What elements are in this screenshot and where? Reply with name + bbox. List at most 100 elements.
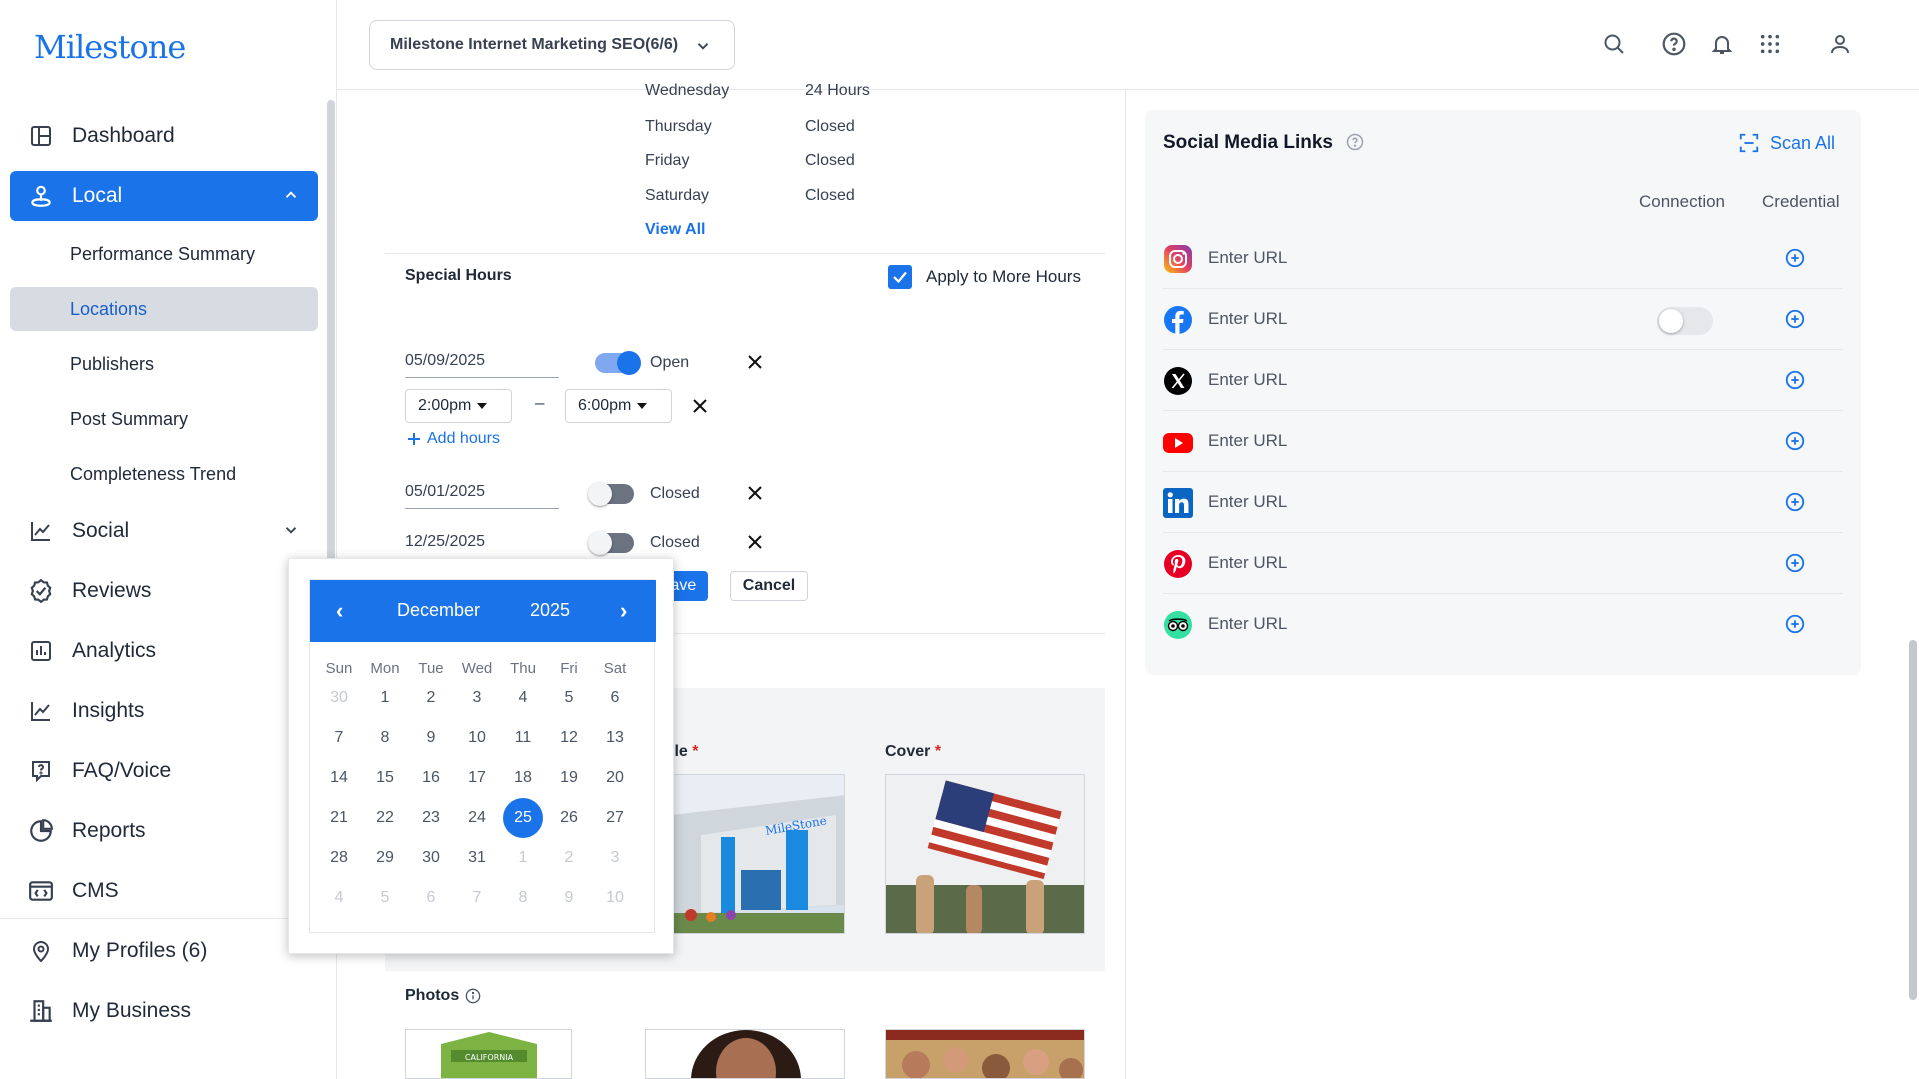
calendar-day[interactable]: 5 xyxy=(365,878,405,918)
open-toggle[interactable] xyxy=(595,351,641,375)
prev-month-button[interactable]: ‹ xyxy=(336,598,343,624)
sidebar-item-reviews[interactable]: Reviews xyxy=(10,566,318,616)
calendar-day[interactable]: 29 xyxy=(365,838,405,878)
sidebar-sub-performance-summary[interactable]: Performance Summary xyxy=(10,232,318,276)
calendar-day[interactable]: 7 xyxy=(457,878,497,918)
calendar-day[interactable]: 13 xyxy=(595,718,635,758)
add-credential-icon[interactable] xyxy=(1784,308,1806,330)
cancel-button[interactable]: Cancel xyxy=(730,571,808,601)
open-toggle[interactable] xyxy=(588,531,634,555)
info-icon[interactable] xyxy=(465,988,481,1004)
calendar-day[interactable]: 17 xyxy=(457,758,497,798)
url-input[interactable]: Enter URL xyxy=(1208,431,1287,451)
calendar-day[interactable]: 20 xyxy=(595,758,635,798)
search-icon[interactable] xyxy=(1600,30,1628,58)
calendar-day[interactable]: 26 xyxy=(549,798,589,838)
add-credential-icon[interactable] xyxy=(1784,430,1806,452)
add-credential-icon[interactable] xyxy=(1784,613,1806,635)
calendar-day[interactable]: 5 xyxy=(549,678,589,718)
special-date-field[interactable]: 12/25/2025 xyxy=(405,527,559,559)
remove-date-icon[interactable] xyxy=(745,352,765,372)
calendar-day[interactable]: 2 xyxy=(549,838,589,878)
view-all-link[interactable]: View All xyxy=(645,221,705,239)
calendar-day[interactable]: 12 xyxy=(549,718,589,758)
sidebar-item-insights[interactable]: Insights xyxy=(10,686,318,736)
add-hours-button[interactable]: Add hours xyxy=(407,430,500,448)
calendar-day[interactable]: 9 xyxy=(411,718,451,758)
connection-toggle[interactable] xyxy=(1657,307,1713,335)
calendar-day[interactable]: 19 xyxy=(549,758,589,798)
calendar-day[interactable]: 6 xyxy=(411,878,451,918)
sidebar-item-reports[interactable]: Reports xyxy=(10,806,318,856)
sidebar-item-my-business[interactable]: My Business xyxy=(10,986,318,1036)
special-date-field[interactable]: 05/01/2025 xyxy=(405,477,559,509)
photo-thumbnail[interactable] xyxy=(885,1029,1085,1079)
calendar-day[interactable]: 30 xyxy=(411,838,451,878)
url-input[interactable]: Enter URL xyxy=(1208,248,1287,268)
calendar-day[interactable]: 11 xyxy=(503,718,543,758)
calendar-day[interactable]: 3 xyxy=(457,678,497,718)
cover-image[interactable] xyxy=(885,774,1085,934)
calendar-day[interactable]: 25 xyxy=(503,798,543,838)
photo-thumbnail[interactable] xyxy=(645,1029,845,1079)
sidebar-sub-publishers[interactable]: Publishers xyxy=(10,342,318,386)
calendar-day[interactable]: 22 xyxy=(365,798,405,838)
calendar-day[interactable]: 3 xyxy=(595,838,635,878)
calendar-day[interactable]: 24 xyxy=(457,798,497,838)
apply-more-hours-checkbox[interactable] xyxy=(888,265,912,289)
sidebar-item-analytics[interactable]: Analytics xyxy=(10,626,318,676)
sidebar-item-cms[interactable]: CMS xyxy=(10,866,318,916)
calendar-day[interactable]: 2 xyxy=(411,678,451,718)
sidebar-sub-post-summary[interactable]: Post Summary xyxy=(10,397,318,441)
calendar-day[interactable]: 14 xyxy=(319,758,359,798)
calendar-day[interactable]: 28 xyxy=(319,838,359,878)
url-input[interactable]: Enter URL xyxy=(1208,553,1287,573)
remove-date-icon[interactable] xyxy=(745,532,765,552)
remove-hours-icon[interactable] xyxy=(690,396,710,416)
add-credential-icon[interactable] xyxy=(1784,491,1806,513)
calendar-day[interactable]: 15 xyxy=(365,758,405,798)
url-input[interactable]: Enter URL xyxy=(1208,614,1287,634)
calendar-day[interactable]: 4 xyxy=(319,878,359,918)
month-label[interactable]: December xyxy=(397,600,480,621)
calendar-day[interactable]: 8 xyxy=(365,718,405,758)
calendar-day[interactable]: 4 xyxy=(503,678,543,718)
calendar-day[interactable]: 6 xyxy=(595,678,635,718)
calendar-day[interactable]: 16 xyxy=(411,758,451,798)
calendar-day[interactable]: 30 xyxy=(319,678,359,718)
calendar-day[interactable]: 10 xyxy=(595,878,635,918)
calendar-day[interactable]: 1 xyxy=(365,678,405,718)
calendar-day[interactable]: 31 xyxy=(457,838,497,878)
year-label[interactable]: 2025 xyxy=(530,600,570,621)
profile-image[interactable]: MileStone xyxy=(670,774,845,934)
url-input[interactable]: Enter URL xyxy=(1208,492,1287,512)
calendar-day[interactable]: 1 xyxy=(503,838,543,878)
sidebar-item-faq-voice[interactable]: FAQ/Voice xyxy=(10,746,318,796)
apps-grid-icon[interactable] xyxy=(1756,30,1784,58)
bell-icon[interactable] xyxy=(1708,30,1736,58)
help-icon[interactable] xyxy=(1660,30,1688,58)
end-time-select[interactable]: 6:00pm xyxy=(565,389,672,423)
sidebar-item-local[interactable]: Local xyxy=(10,171,318,221)
calendar-day[interactable]: 21 xyxy=(319,798,359,838)
url-input[interactable]: Enter URL xyxy=(1208,309,1287,329)
calendar-day[interactable]: 7 xyxy=(319,718,359,758)
start-time-select[interactable]: 2:00pm xyxy=(405,389,512,423)
calendar-day[interactable]: 10 xyxy=(457,718,497,758)
calendar-day[interactable]: 23 xyxy=(411,798,451,838)
sidebar-item-dashboard[interactable]: Dashboard xyxy=(10,111,318,161)
page-scrollbar[interactable] xyxy=(1909,640,1917,1000)
calendar-day[interactable]: 18 xyxy=(503,758,543,798)
url-input[interactable]: Enter URL xyxy=(1208,370,1287,390)
user-account-icon[interactable] xyxy=(1826,30,1854,58)
calendar-day[interactable]: 9 xyxy=(549,878,589,918)
scan-all-button[interactable]: Scan All xyxy=(1738,132,1835,154)
photo-thumbnail[interactable]: CALIFORNIA xyxy=(405,1029,572,1079)
calendar-day[interactable]: 27 xyxy=(595,798,635,838)
sidebar-item-social[interactable]: Social xyxy=(10,506,318,556)
special-date-field[interactable]: 05/09/2025 xyxy=(405,346,559,378)
sidebar-sub-completeness-trend[interactable]: Completeness Trend xyxy=(10,452,318,496)
sidebar-item-my-profiles[interactable]: My Profiles (6) xyxy=(10,926,318,976)
help-icon[interactable] xyxy=(1346,133,1364,151)
next-month-button[interactable]: › xyxy=(620,598,627,624)
